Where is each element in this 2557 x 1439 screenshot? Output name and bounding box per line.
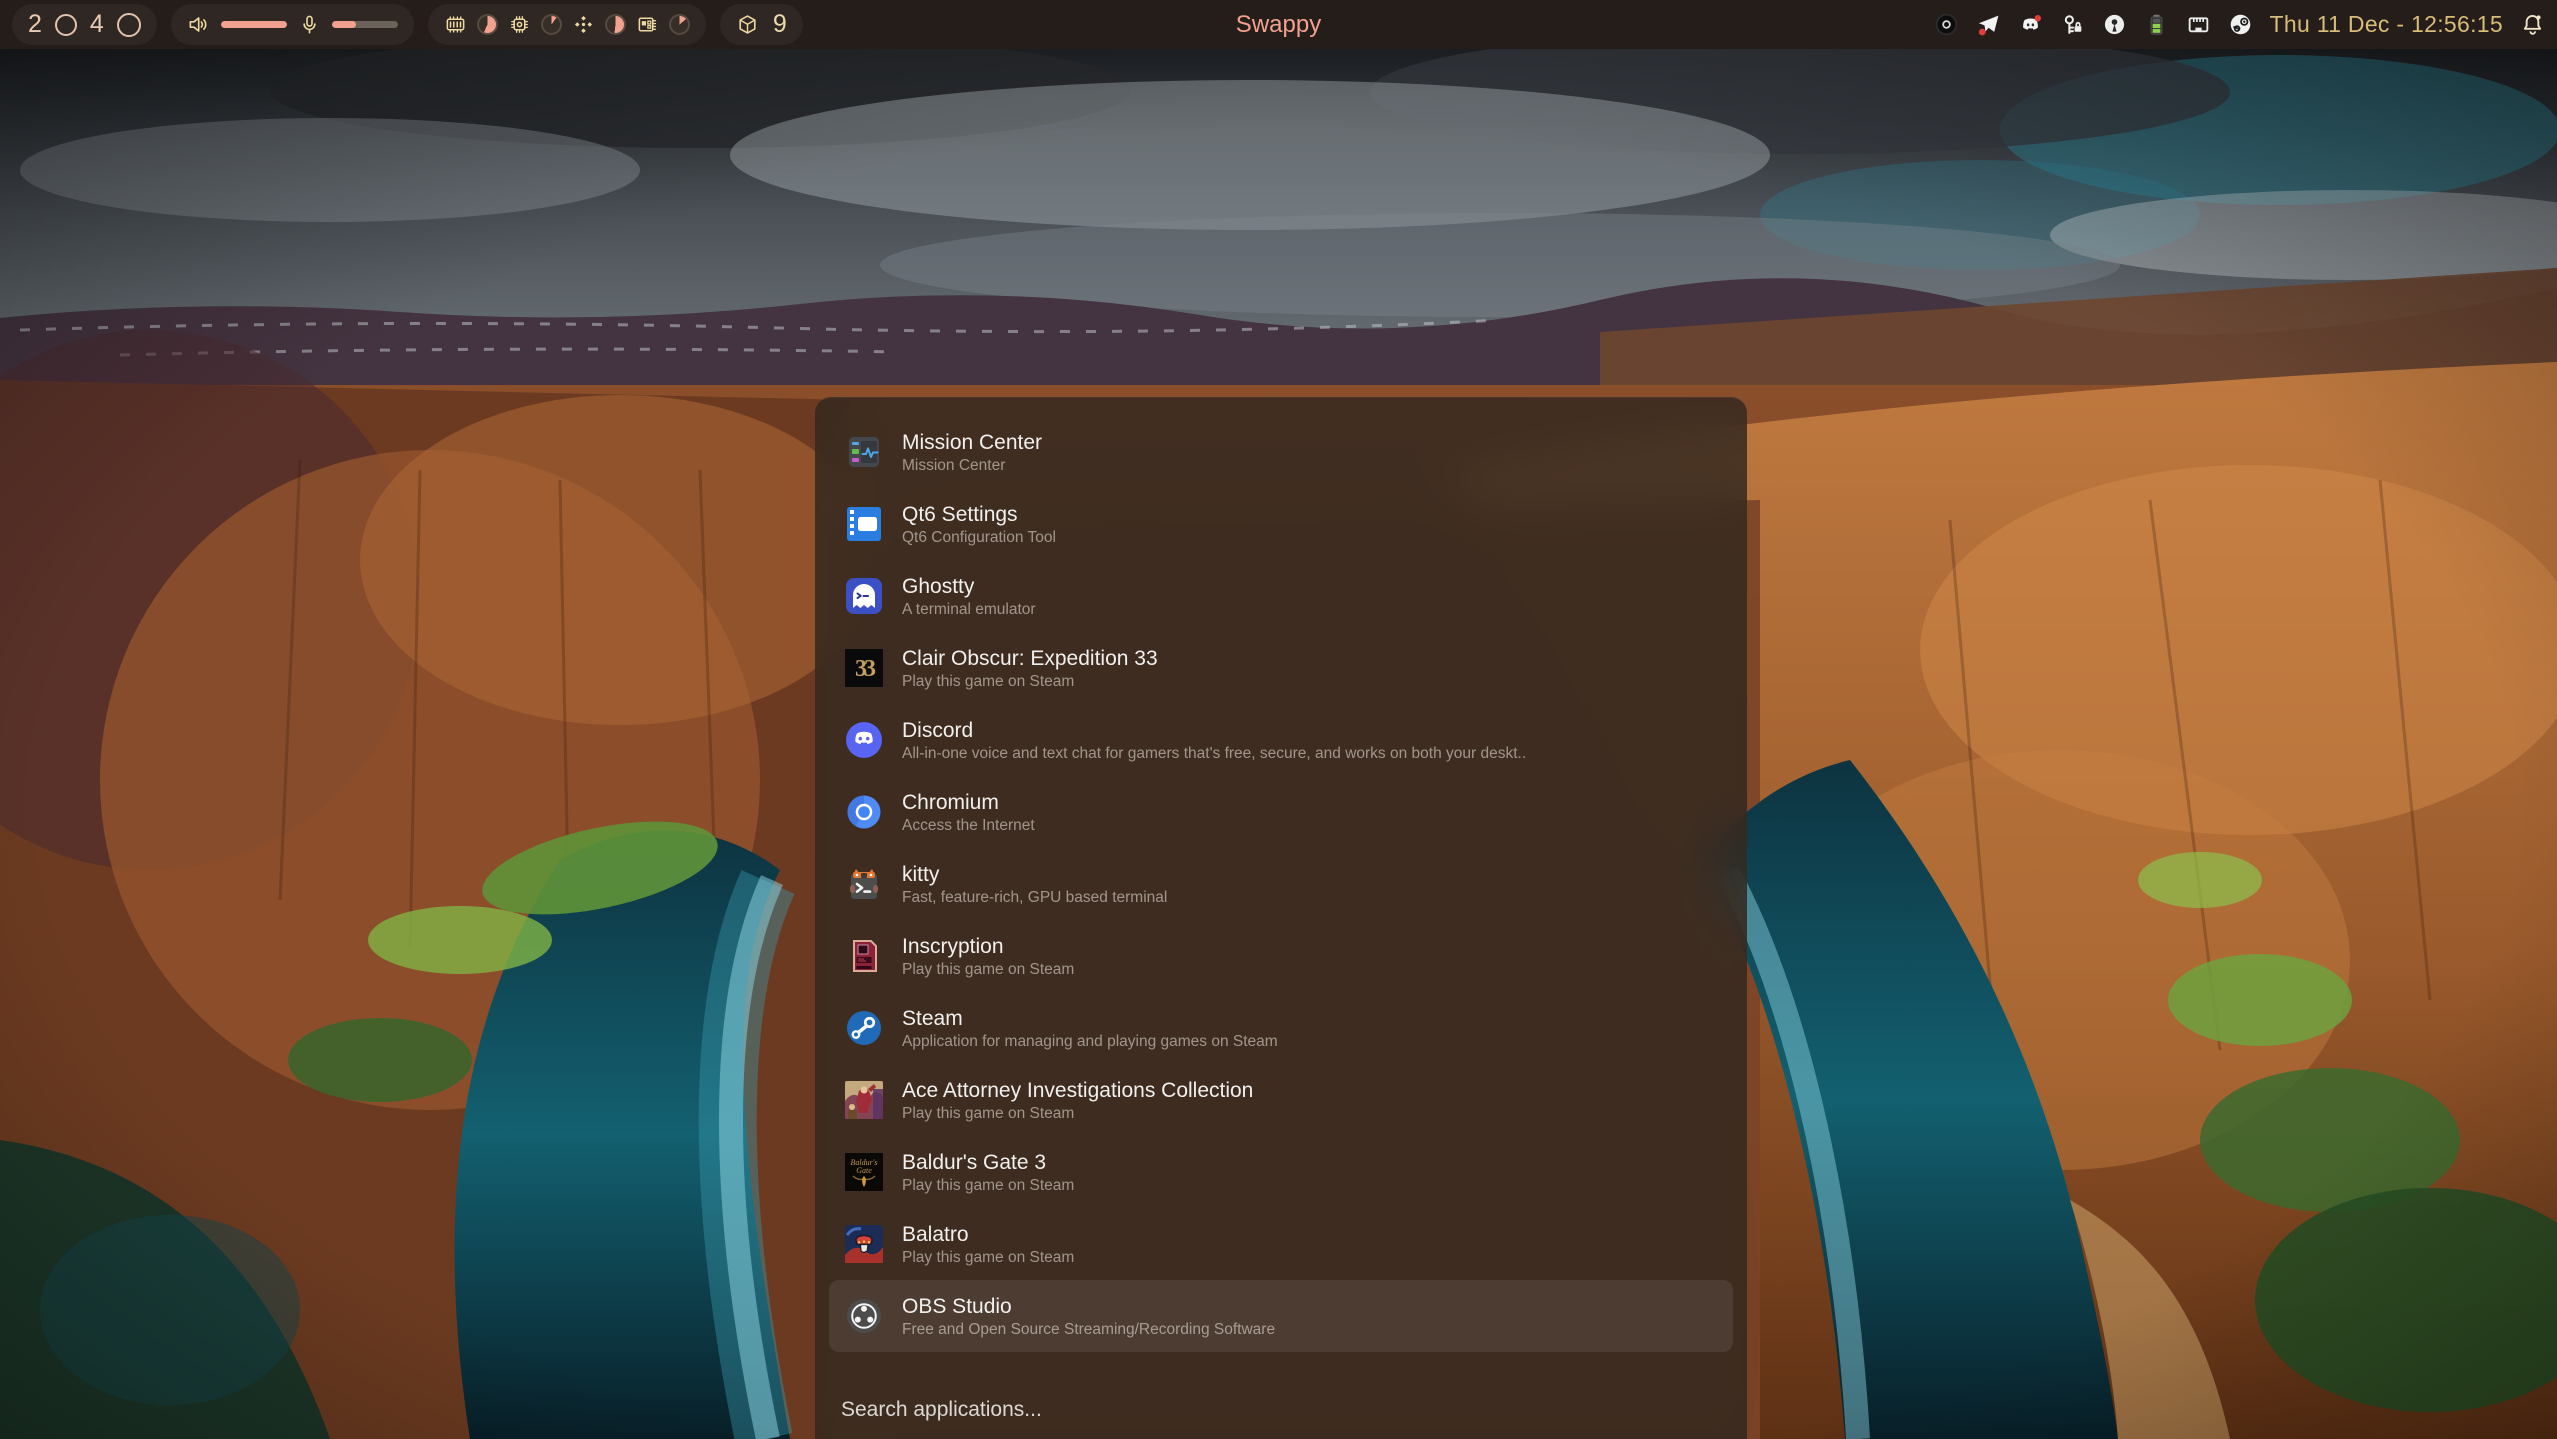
app-description: Mission Center — [902, 456, 1042, 476]
app-name: Discord — [902, 717, 1526, 744]
workspace-indicator-circle[interactable] — [55, 14, 77, 36]
mission-center-icon — [845, 433, 883, 471]
cpu-icon — [508, 13, 531, 36]
app-row-steam[interactable]: Steam Application for managing and playi… — [829, 992, 1733, 1064]
app-name: Clair Obscur: Expedition 33 — [902, 645, 1158, 672]
app-description: Free and Open Source Streaming/Recording… — [902, 1320, 1275, 1340]
clock[interactable]: Thu 11 Dec - 12:56:15 — [2270, 11, 2503, 38]
speaker-icon — [187, 13, 210, 36]
updates-count: 9 — [773, 12, 787, 37]
app-row-obs-studio[interactable]: OBS Studio Free and Open Source Streamin… — [829, 1280, 1733, 1352]
discord-tray-icon[interactable] — [2018, 12, 2043, 37]
workspace-4[interactable]: 4 — [90, 12, 104, 37]
balatro-icon — [845, 1225, 883, 1263]
app-description: Play this game on Steam — [902, 1176, 1074, 1196]
gpu-usage-pie[interactable] — [669, 14, 690, 35]
app-name: Qt6 Settings — [902, 501, 1056, 528]
notifications-bell-icon[interactable] — [2520, 12, 2545, 37]
app-row-chromium[interactable]: Chromium Access the Internet — [829, 776, 1733, 848]
ram-icon — [444, 13, 467, 36]
app-description: Access the Internet — [902, 816, 1035, 836]
app-row-discord[interactable]: Discord All-in-one voice and text chat f… — [829, 704, 1733, 776]
key-tray-icon[interactable] — [2060, 12, 2085, 37]
ace-attorney-icon — [845, 1081, 883, 1119]
audio-widget — [171, 4, 414, 45]
app-row-ghostty[interactable]: Ghostty A terminal emulator — [829, 560, 1733, 632]
app-row-qt6-settings[interactable]: Qt6 Settings Qt6 Configuration Tool — [829, 488, 1733, 560]
app-row-balatro[interactable]: Balatro Play this game on Steam — [829, 1208, 1733, 1280]
app-row-mission-center[interactable]: Mission Center Mission Center — [829, 416, 1733, 488]
app-row-kitty[interactable]: kitty Fast, feature-rich, GPU based term… — [829, 848, 1733, 920]
app-description: Play this game on Steam — [902, 1104, 1253, 1124]
app-description: Play this game on Steam — [902, 1248, 1074, 1268]
app-name: Steam — [902, 1005, 1278, 1032]
ethernet-tray-icon[interactable] — [2186, 12, 2211, 37]
mic-slider[interactable] — [332, 21, 398, 28]
app-name: Chromium — [902, 789, 1035, 816]
battery-tray-icon[interactable] — [2144, 12, 2169, 37]
updates-widget[interactable]: 9 — [720, 4, 803, 45]
steam-tray-icon[interactable] — [2228, 12, 2253, 37]
inscryption-icon — [845, 937, 883, 975]
ghostty-icon — [845, 577, 883, 615]
app-description: Play this game on Steam — [902, 672, 1158, 692]
app-name: Baldur's Gate 3 — [902, 1149, 1074, 1176]
top-bar: 2 4 — [0, 0, 2557, 49]
focused-window-title: Swappy — [1236, 0, 1321, 49]
gpu-card-icon — [636, 13, 659, 36]
top-bar-right: Thu 11 Dec - 12:56:15 — [1934, 11, 2545, 38]
app-name: Ghostty — [902, 573, 1036, 600]
app-row-ace-attorney[interactable]: Ace Attorney Investigations Collection P… — [829, 1064, 1733, 1136]
app-name: Balatro — [902, 1221, 1074, 1248]
baldurs-gate-3-icon: Baldur's Gate — [845, 1153, 883, 1191]
volume-slider[interactable] — [221, 21, 287, 28]
app-launcher-panel: Mission Center Mission Center Qt6 Settin… — [815, 397, 1747, 1439]
microphone-icon — [298, 13, 321, 36]
app-description: All-in-one voice and text chat for gamer… — [902, 744, 1526, 764]
app-description: Qt6 Configuration Tool — [902, 528, 1056, 548]
app-name: Inscryption — [902, 933, 1074, 960]
telegram-tray-icon[interactable] — [1976, 12, 2001, 37]
app-name: Mission Center — [902, 429, 1042, 456]
steelseries-tray-icon[interactable] — [1934, 12, 1959, 37]
qt6-settings-icon — [845, 505, 883, 543]
app-description: A terminal emulator — [902, 600, 1036, 620]
search-input[interactable] — [839, 1397, 1703, 1423]
app-row-inscryption[interactable]: Inscryption Play this game on Steam — [829, 920, 1733, 992]
app-name: kitty — [902, 861, 1167, 888]
gamepad-usage-pie[interactable] — [605, 14, 626, 35]
svg-text:Gate: Gate — [856, 1166, 872, 1175]
discord-icon — [845, 721, 883, 759]
top-bar-left: 2 4 — [12, 4, 803, 45]
app-description: Play this game on Steam — [902, 960, 1074, 980]
workspace-indicator-circle[interactable] — [117, 13, 141, 37]
cpu-usage-pie[interactable] — [541, 14, 562, 35]
app-row-clair-obscur[interactable]: 33 Clair Obscur: Expedition 33 Play this… — [829, 632, 1733, 704]
workspaces-widget[interactable]: 2 4 — [12, 4, 157, 45]
obs-studio-icon — [845, 1297, 883, 1335]
keepassxc-tray-icon[interactable] — [2102, 12, 2127, 37]
gamepad-icon — [572, 13, 595, 36]
steam-icon — [845, 1009, 883, 1047]
app-name: Ace Attorney Investigations Collection — [902, 1077, 1253, 1104]
app-row-baldurs-gate-3[interactable]: Baldur's Gate Baldur's Gate 3 Play this … — [829, 1136, 1733, 1208]
app-description: Application for managing and playing gam… — [902, 1032, 1278, 1052]
app-name: OBS Studio — [902, 1293, 1275, 1320]
kitty-icon — [845, 865, 883, 903]
package-icon — [736, 13, 759, 36]
app-description: Fast, feature-rich, GPU based terminal — [902, 888, 1167, 908]
system-monitor-widget — [428, 4, 706, 45]
workspace-2[interactable]: 2 — [28, 12, 42, 37]
ram-usage-pie[interactable] — [477, 14, 498, 35]
chromium-icon — [845, 793, 883, 831]
svg-text:33: 33 — [855, 656, 876, 682]
clair-obscur-33-icon: 33 — [845, 649, 883, 687]
